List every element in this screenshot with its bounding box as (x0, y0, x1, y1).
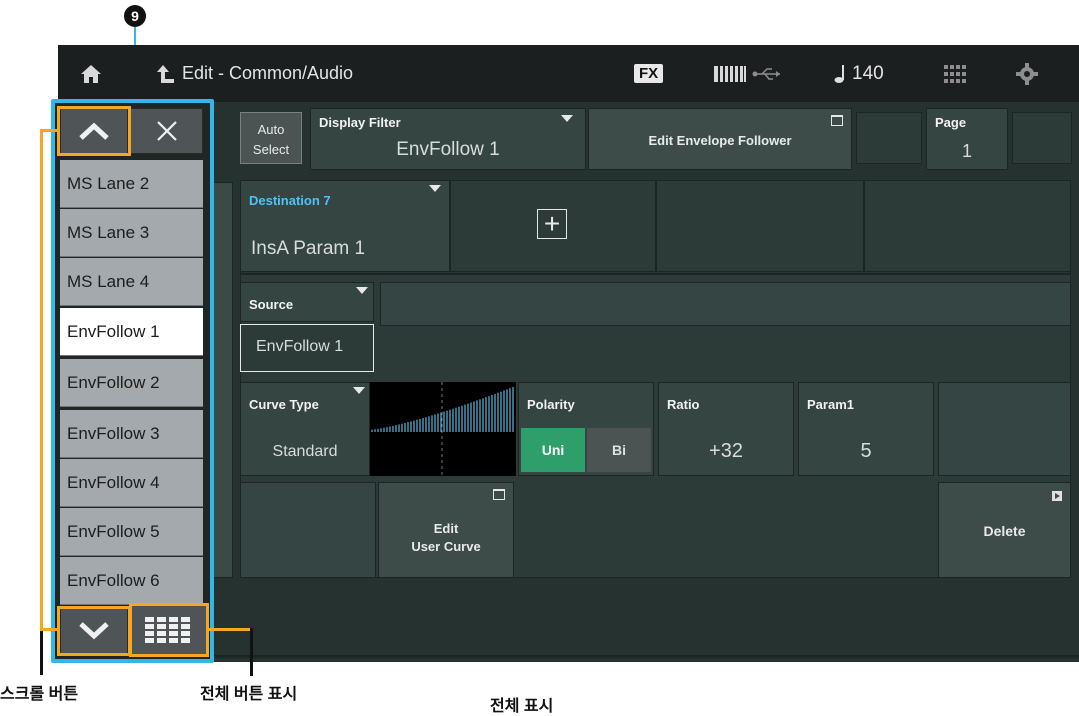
destination-value: InsA Param 1 (251, 238, 366, 259)
popup-window-icon (831, 115, 843, 126)
scroll-up-highlight (57, 106, 131, 156)
callout-badge: 9 (124, 5, 146, 27)
page-value: 1 (961, 141, 972, 161)
page-selector[interactable]: Page 1 (926, 108, 1008, 170)
callout-number: 9 (131, 8, 139, 24)
display-filter[interactable]: Display Filter EnvFollow 1 (310, 108, 586, 170)
edit-user-curve-label-2: User Curve (411, 539, 481, 554)
ratio-control[interactable]: Ratio +32 (658, 382, 794, 476)
param1-value: 5 (860, 440, 872, 462)
show-all-highlight (129, 603, 209, 657)
empty-cell (240, 482, 376, 578)
curve-graph (370, 382, 516, 476)
edit-envelope-follower-label: Edit Envelope Follower (648, 133, 792, 148)
polarity-control: Polarity Uni Bi (518, 382, 654, 476)
polarity-bi-label: Bi (612, 442, 626, 458)
auto-select-label-1: Auto (257, 122, 285, 137)
bottom-line (210, 655, 1079, 658)
list-panel-outline (51, 99, 214, 663)
dropdown-arrow-icon (353, 387, 365, 394)
empty-cell (1012, 112, 1072, 164)
curve-type-value: Standard (272, 443, 338, 460)
empty-destination-slot (864, 180, 1071, 272)
fx-indicator[interactable]: FX (634, 45, 664, 102)
source-value: EnvFollow 1 (256, 338, 344, 355)
display-filter-value: EnvFollow 1 (396, 139, 500, 160)
empty-cell (938, 382, 1071, 476)
keyboard-icon (714, 45, 746, 102)
dropdown-arrow-icon (356, 287, 368, 294)
scroll-down-highlight (57, 606, 131, 656)
play-icon (1052, 491, 1062, 501)
param1-label: Param1 (807, 397, 854, 412)
destination-selector[interactable]: Destination 7 InsA Param 1 (240, 180, 450, 272)
scroll-buttons-caption: 스크롤 버튼 (0, 686, 79, 703)
page-title: Edit - Common/Audio (182, 63, 354, 83)
tempo-value[interactable]: 140 (852, 45, 884, 102)
dropdown-arrow-icon (561, 115, 573, 122)
empty-cell (856, 112, 922, 164)
empty-destination-slot (656, 180, 864, 272)
scroll-leader-down (40, 631, 43, 675)
source-label: Source (249, 297, 294, 312)
add-icon: + (537, 209, 567, 239)
add-destination-button[interactable]: + (450, 180, 656, 272)
auto-select-button[interactable]: Auto Select (240, 112, 302, 164)
page-label: Page (935, 115, 967, 130)
polarity-label: Polarity (527, 397, 575, 412)
edit-envelope-follower-button[interactable]: Edit Envelope Follower (588, 108, 852, 170)
top-bar: Edit - Common/Audio FX 140 (58, 45, 1079, 102)
home-icon[interactable] (80, 45, 102, 102)
back-arrow-icon[interactable] (156, 45, 176, 102)
delete-button[interactable]: Delete (938, 482, 1071, 578)
polarity-uni-button[interactable]: Uni (521, 428, 585, 472)
note-icon (834, 45, 846, 102)
show-all-caption: 전체 표시 (490, 698, 554, 715)
display-filter-label: Display Filter (319, 115, 401, 130)
show-all-leader-vertical (250, 628, 253, 676)
ratio-value: +32 (709, 440, 743, 462)
show-all-leader-horizontal (209, 628, 253, 631)
curve-type-selector[interactable]: Curve Type Standard (240, 382, 370, 476)
edit-user-curve-label-1: Edit (433, 521, 459, 536)
gear-icon[interactable] (1016, 45, 1038, 102)
param1-control[interactable]: Param1 5 (798, 382, 934, 476)
show-all-buttons-caption: 전체 버튼 표시 (200, 686, 298, 703)
bottom-strip (210, 578, 1079, 662)
source-value-box[interactable]: EnvFollow 1 (240, 324, 374, 372)
source-selector[interactable]: Source (240, 282, 374, 322)
scroll-leader-vertical (40, 129, 43, 631)
edit-user-curve-button[interactable]: Edit User Curve (378, 482, 514, 578)
add-symbol: + (543, 208, 561, 239)
curve-type-label: Curve Type (249, 397, 319, 412)
dropdown-arrow-icon (429, 185, 441, 192)
delete-label: Delete (983, 523, 1026, 539)
destination-label: Destination 7 (249, 193, 331, 208)
auto-select-label-2: Select (252, 142, 290, 157)
ratio-label: Ratio (667, 397, 700, 412)
usb-icon (752, 45, 782, 102)
fx-label: FX (634, 64, 664, 83)
popup-window-icon (493, 489, 505, 500)
polarity-uni-label: Uni (541, 442, 565, 458)
source-bar (380, 282, 1071, 326)
grid-icon[interactable] (944, 45, 966, 102)
polarity-bi-button[interactable]: Bi (587, 428, 651, 472)
